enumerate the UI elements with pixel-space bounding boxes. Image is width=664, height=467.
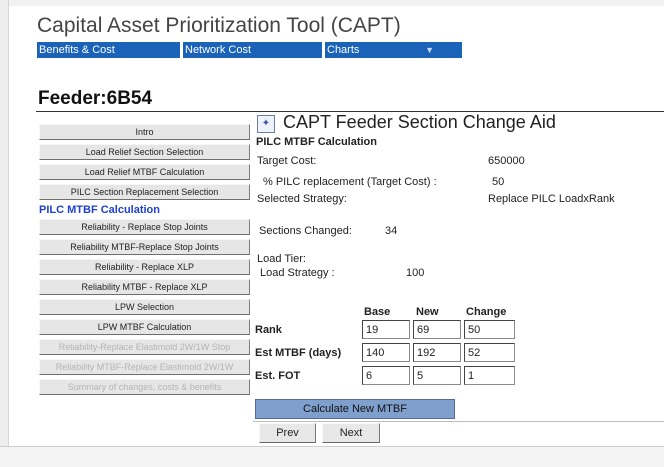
nav-tab-network-cost[interactable]: Network Cost bbox=[183, 42, 322, 58]
sidebar-item-pilc-section-replacement-selection[interactable]: PILC Section Replacement Selection bbox=[39, 184, 250, 200]
fot-base-field[interactable] bbox=[362, 366, 410, 385]
nav-tab-benefits-cost[interactable]: Benefits & Cost bbox=[37, 42, 180, 58]
prev-button[interactable]: Prev bbox=[259, 423, 316, 443]
top-nav-bar: Benefits & Cost Network Cost Charts ▼ bbox=[37, 42, 462, 58]
load-tier-label: Load Tier: bbox=[257, 253, 306, 265]
window-top-edge bbox=[0, 0, 664, 6]
pilc-replacement-value: 50 bbox=[492, 176, 505, 188]
sidebar-item-mtbf-replace-elastimold-disabled: Reliability MTBF-Replace Elastimold 2W/1… bbox=[39, 359, 250, 375]
aid-panel-title: CAPT Feeder Section Change Aid bbox=[283, 112, 556, 132]
mtbf-change-field[interactable] bbox=[464, 343, 515, 362]
section-title: PILC MTBF Calculation bbox=[256, 136, 377, 148]
window-bottom-edge bbox=[0, 446, 664, 467]
nav-tab-charts[interactable]: Charts ▼ bbox=[325, 42, 462, 58]
sidebar-item-lpw-mtbf-calculation[interactable]: LPW MTBF Calculation bbox=[39, 319, 250, 335]
sections-changed-value: 34 bbox=[385, 225, 398, 237]
sidebar-item-load-relief-mtbf-calculation[interactable]: Load Relief MTBF Calculation bbox=[39, 164, 250, 180]
row-label-rank: Rank bbox=[255, 324, 282, 336]
sidebar-item-intro[interactable]: Intro bbox=[39, 124, 250, 140]
nav-tab-charts-label: Charts bbox=[327, 44, 360, 56]
column-header-change: Change bbox=[466, 306, 507, 318]
sidebar-item-load-relief-section-selection[interactable]: Load Relief Section Selection bbox=[39, 144, 250, 160]
load-strategy-value: 100 bbox=[406, 267, 425, 279]
row-label-est-mtbf: Est MTBF (days) bbox=[255, 347, 342, 359]
sidebar-item-reliability-replace-stop-joints[interactable]: Reliability - Replace Stop Joints bbox=[39, 219, 250, 235]
mtbf-base-field[interactable] bbox=[362, 343, 410, 362]
fot-new-field[interactable] bbox=[413, 366, 461, 385]
app-title: Capital Asset Prioritization Tool (CAPT) bbox=[37, 14, 401, 37]
fot-change-field[interactable] bbox=[464, 366, 515, 385]
load-strategy-label: Load Strategy : bbox=[260, 267, 335, 279]
target-cost-value: 650000 bbox=[488, 155, 525, 167]
sidebar-item-reliability-replace-xlp[interactable]: Reliability - Replace XLP bbox=[39, 259, 250, 275]
mtbf-new-field[interactable] bbox=[413, 343, 461, 362]
sidebar-item-reliability-mtbf-replace-xlp[interactable]: Reliability MTBF - Replace XLP bbox=[39, 279, 250, 295]
form-divider bbox=[253, 421, 664, 422]
sidebar-item-pilc-mtbf-calculation-active[interactable]: PILC MTBF Calculation bbox=[39, 203, 250, 217]
feeder-title: Feeder:6B54 bbox=[38, 88, 153, 109]
sidebar-item-summary-disabled: Summary of changes, costs & benefits bbox=[39, 379, 250, 395]
next-button[interactable]: Next bbox=[322, 423, 380, 443]
dropdown-arrow-icon[interactable]: ▼ bbox=[425, 42, 434, 58]
aid-window-icon: ✦ bbox=[257, 115, 275, 133]
window-left-edge bbox=[0, 0, 9, 466]
pilc-replacement-label: % PILC replacement (Target Cost) : bbox=[263, 176, 437, 188]
selected-strategy-value: Replace PILC LoadxRank bbox=[488, 193, 615, 205]
row-label-est-fot: Est. FOT bbox=[255, 370, 301, 382]
column-header-new: New bbox=[416, 306, 439, 318]
rank-base-field[interactable] bbox=[362, 320, 410, 339]
column-header-base: Base bbox=[364, 306, 391, 318]
sidebar-item-reliability-mtbf-replace-stop-joints[interactable]: Reliability MTBF-Replace Stop Joints bbox=[39, 239, 250, 255]
sections-changed-label: Sections Changed: bbox=[259, 225, 352, 237]
selected-strategy-label: Selected Strategy: bbox=[257, 193, 347, 205]
sidebar-nav: Intro Load Relief Section Selection Load… bbox=[39, 124, 250, 399]
sidebar-item-replace-elastimold-disabled: Reliability-Replace Elastimold 2W/1W Sto… bbox=[39, 339, 250, 355]
target-cost-label: Target Cost: bbox=[257, 155, 317, 167]
rank-new-field[interactable] bbox=[413, 320, 461, 339]
sidebar-item-lpw-selection[interactable]: LPW Selection bbox=[39, 299, 250, 315]
calculate-new-mtbf-button[interactable]: Calculate New MTBF bbox=[255, 399, 455, 419]
rank-change-field[interactable] bbox=[464, 320, 515, 339]
